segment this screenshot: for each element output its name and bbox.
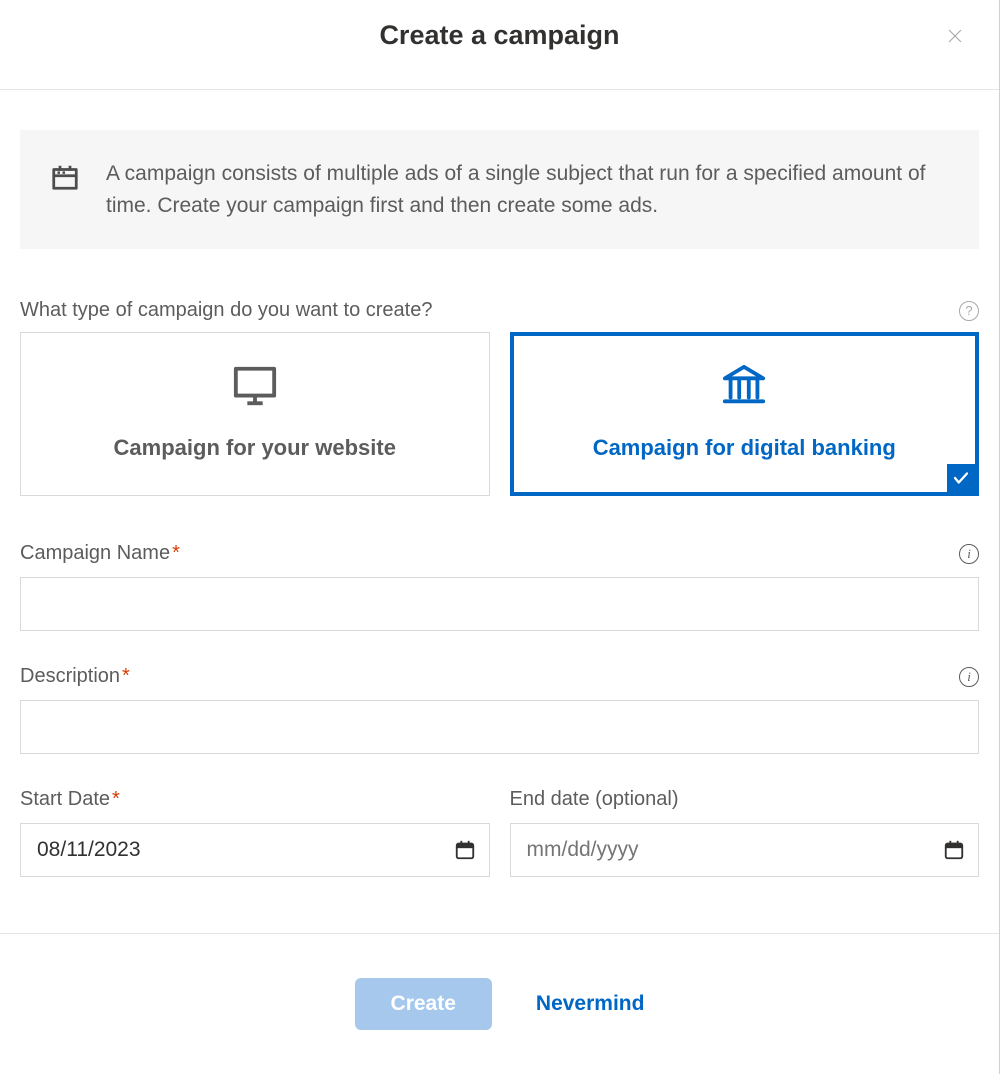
type-question: What type of campaign do you want to cre… <box>20 299 432 322</box>
modal-footer: Create Nevermind <box>0 933 999 1074</box>
description-group: Description* i <box>20 665 979 754</box>
campaign-name-group: Campaign Name* i <box>20 542 979 631</box>
info-banner: A campaign consists of multiple ads of a… <box>20 130 979 249</box>
date-row: Start Date* End date (optional) <box>20 788 979 877</box>
end-date-label: End date (optional) <box>510 788 679 811</box>
cancel-button[interactable]: Nevermind <box>536 992 645 1016</box>
start-date-label: Start Date* <box>20 788 120 811</box>
calendar-icon <box>50 162 80 197</box>
type-card-banking[interactable]: Campaign for digital banking <box>510 332 980 496</box>
close-icon <box>946 27 964 45</box>
type-card-website[interactable]: Campaign for your website <box>20 332 490 496</box>
monitor-icon <box>31 361 479 411</box>
type-question-row: What type of campaign do you want to cre… <box>20 299 979 322</box>
description-label: Description* <box>20 665 130 688</box>
type-card-label: Campaign for your website <box>31 435 479 461</box>
type-card-label: Campaign for digital banking <box>521 435 969 461</box>
create-button[interactable]: Create <box>355 978 492 1030</box>
description-input[interactable] <box>20 700 979 754</box>
start-date-group: Start Date* <box>20 788 490 877</box>
type-cards: Campaign for your website Campaign for d… <box>20 332 979 496</box>
info-icon[interactable]: i <box>959 544 979 564</box>
bank-icon <box>521 361 969 411</box>
close-button[interactable] <box>941 22 969 50</box>
modal-body: A campaign consists of multiple ads of a… <box>0 90 999 933</box>
modal-header: Create a campaign <box>0 0 999 90</box>
selected-check-icon <box>947 464 975 492</box>
end-date-group: End date (optional) <box>510 788 980 877</box>
info-text: A campaign consists of multiple ads of a… <box>106 158 949 221</box>
campaign-name-input[interactable] <box>20 577 979 631</box>
help-icon[interactable]: ? <box>959 301 979 321</box>
campaign-name-label: Campaign Name* <box>20 542 180 565</box>
start-date-input[interactable] <box>20 823 490 877</box>
modal-title: Create a campaign <box>0 20 999 51</box>
info-icon[interactable]: i <box>959 667 979 687</box>
end-date-input[interactable] <box>510 823 980 877</box>
